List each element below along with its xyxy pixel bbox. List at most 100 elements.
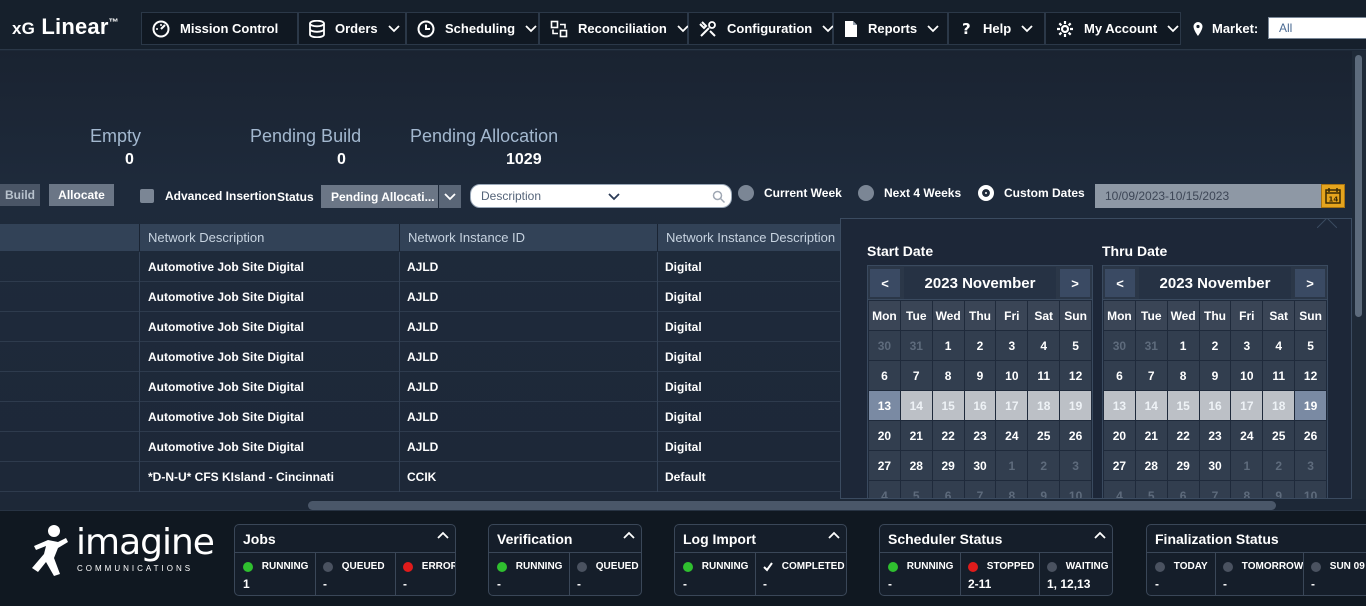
next-4-weeks-radio[interactable] (858, 185, 874, 201)
calendar-day[interactable]: 3 (996, 331, 1028, 360)
calendar-day[interactable]: 2 (1199, 331, 1231, 360)
nav-scheduling[interactable]: Scheduling (406, 12, 539, 45)
calendar-day[interactable]: 26 (1295, 421, 1326, 450)
calendar-day[interactable]: 3 (1295, 451, 1326, 480)
calendar-day[interactable]: 29 (932, 451, 964, 480)
calendar-day[interactable]: 29 (1167, 451, 1199, 480)
status-cell-queued[interactable]: QUEUED (323, 561, 385, 572)
calendar-day[interactable]: 3 (1060, 451, 1091, 480)
collapse-icon[interactable] (1094, 531, 1106, 539)
calendar-day[interactable]: 16 (1199, 391, 1231, 420)
next-month-button[interactable]: > (1295, 269, 1325, 297)
column-header-network-description[interactable]: Network Description (139, 224, 399, 251)
calendar-day[interactable]: 22 (1167, 421, 1199, 450)
search-icon[interactable] (712, 190, 726, 204)
collapse-icon[interactable] (437, 531, 449, 539)
status-select-toggle[interactable] (439, 185, 461, 208)
status-cell-today[interactable]: TODAY (1155, 561, 1208, 572)
calendar-day[interactable]: 4 (869, 481, 900, 498)
calendar-day[interactable]: 27 (869, 451, 900, 480)
calendar-day[interactable]: 14 (900, 391, 932, 420)
calendar-day[interactable]: 7 (900, 361, 932, 390)
calendar-day[interactable]: 2 (964, 331, 996, 360)
status-cell-waiting[interactable]: WAITING (1047, 561, 1109, 572)
calendar-day[interactable]: 28 (900, 451, 932, 480)
calendar-day[interactable]: 5 (900, 481, 932, 498)
collapse-icon[interactable] (828, 531, 840, 539)
calendar-day[interactable]: 12 (1295, 361, 1326, 390)
nav-reports[interactable]: Reports (833, 12, 948, 45)
calendar-day[interactable]: 12 (1060, 361, 1091, 390)
calendar-day[interactable]: 30 (1104, 331, 1135, 360)
calendar-day[interactable]: 5 (1135, 481, 1167, 498)
calendar-day[interactable]: 9 (1263, 481, 1295, 498)
calendar-day[interactable]: 8 (996, 481, 1028, 498)
calendar-day[interactable]: 2 (1028, 451, 1060, 480)
status-select[interactable]: Pending Allocati... (321, 185, 438, 208)
calendar-day[interactable]: 23 (1199, 421, 1231, 450)
calendar-day[interactable]: 25 (1263, 421, 1295, 450)
calendar-day[interactable]: 19 (1295, 391, 1326, 420)
horizontal-scrollbar-thumb[interactable] (308, 501, 1276, 510)
status-cell-queued[interactable]: QUEUED (577, 561, 639, 572)
build-button[interactable]: Build (0, 184, 40, 206)
calendar-day[interactable]: 1 (996, 451, 1028, 480)
calendar-day[interactable]: 9 (1028, 481, 1060, 498)
collapse-icon[interactable] (623, 531, 635, 539)
calendar-day[interactable]: 13 (1104, 391, 1135, 420)
month-year-title[interactable]: 2023 November (1139, 267, 1291, 299)
advanced-insertion-checkbox[interactable] (140, 189, 154, 203)
calendar-day[interactable]: 11 (1028, 361, 1060, 390)
calendar-day[interactable]: 5 (1295, 331, 1326, 360)
calendar-day[interactable]: 9 (964, 361, 996, 390)
status-cell-tomorrow[interactable]: TOMORROW (1223, 561, 1303, 572)
status-cell-error[interactable]: ERROR (403, 561, 455, 572)
calendar-day[interactable]: 6 (869, 361, 900, 390)
calendar-day[interactable]: 2 (1263, 451, 1295, 480)
calendar-day[interactable]: 25 (1028, 421, 1060, 450)
calendar-day[interactable]: 4 (1028, 331, 1060, 360)
calendar-day[interactable]: 18 (1028, 391, 1060, 420)
nav-help[interactable]: ? Help (948, 12, 1045, 45)
column-header-network-instance-description[interactable]: Network Instance Description (657, 224, 840, 251)
calendar-day[interactable]: 15 (1167, 391, 1199, 420)
calendar-day[interactable]: 17 (996, 391, 1028, 420)
calendar-day[interactable]: 30 (964, 451, 996, 480)
nav-orders[interactable]: Orders (298, 12, 406, 45)
current-week-radio[interactable] (738, 185, 754, 201)
calendar-day[interactable]: 4 (1263, 331, 1295, 360)
calendar-day[interactable]: 10 (1295, 481, 1326, 498)
market-select[interactable]: All (1268, 17, 1366, 39)
calendar-day[interactable]: 8 (1167, 361, 1199, 390)
calendar-day[interactable]: 7 (1199, 481, 1231, 498)
calendar-day[interactable]: 20 (1104, 421, 1135, 450)
calendar-day[interactable]: 6 (1104, 361, 1135, 390)
calendar-day[interactable]: 22 (932, 421, 964, 450)
date-range-input[interactable]: 10/09/2023-10/15/2023 (1095, 184, 1321, 208)
calendar-day[interactable]: 6 (932, 481, 964, 498)
calendar-day[interactable]: 1 (1231, 451, 1263, 480)
allocate-button[interactable]: Allocate (49, 184, 114, 206)
calendar-day[interactable]: 31 (900, 331, 932, 360)
nav-mission-control[interactable]: Mission Control (141, 12, 298, 45)
calendar-day[interactable]: 13 (869, 391, 900, 420)
calendar-day[interactable]: 19 (1060, 391, 1091, 420)
calendar-day[interactable]: 24 (1231, 421, 1263, 450)
calendar-day[interactable]: 21 (900, 421, 932, 450)
status-cell-stopped[interactable]: STOPPED (968, 561, 1034, 572)
calendar-button[interactable]: 14 (1321, 184, 1345, 208)
nav-configuration[interactable]: Configuration (688, 12, 834, 45)
vertical-scrollbar-thumb[interactable] (1355, 55, 1362, 317)
prev-month-button[interactable]: < (870, 269, 900, 297)
calendar-day[interactable]: 5 (1060, 331, 1091, 360)
calendar-day[interactable]: 8 (1231, 481, 1263, 498)
calendar-day[interactable]: 17 (1231, 391, 1263, 420)
calendar-day[interactable]: 20 (869, 421, 900, 450)
calendar-day[interactable]: 7 (964, 481, 996, 498)
description-search-input[interactable]: Description (470, 184, 732, 208)
calendar-day[interactable]: 15 (932, 391, 964, 420)
status-cell-running[interactable]: RUNNING (888, 561, 953, 572)
calendar-day[interactable]: 24 (996, 421, 1028, 450)
calendar-day[interactable]: 7 (1135, 361, 1167, 390)
calendar-day[interactable]: 9 (1199, 361, 1231, 390)
